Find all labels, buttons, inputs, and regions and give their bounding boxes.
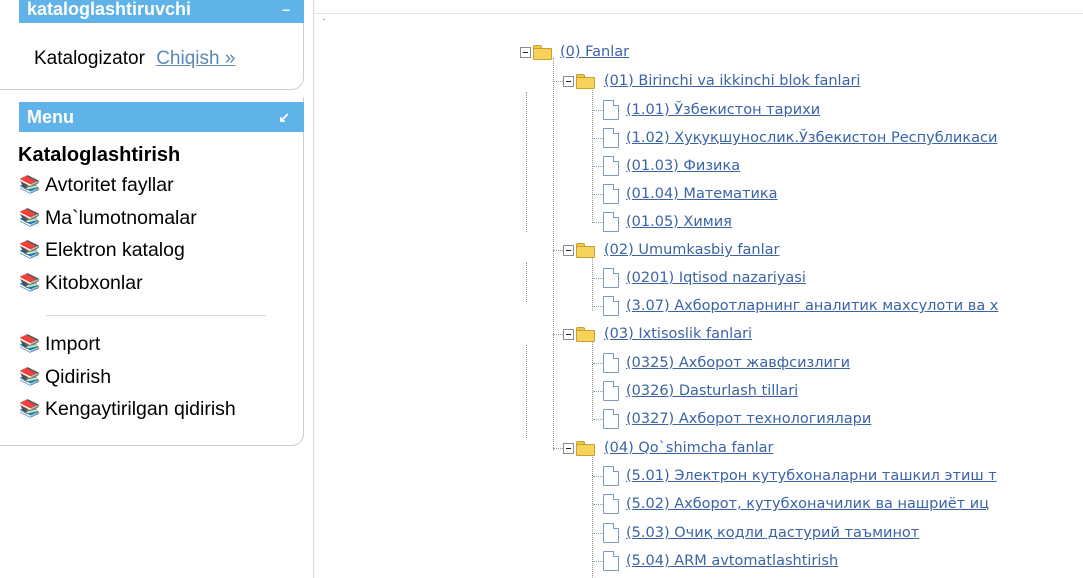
tree-connector bbox=[553, 249, 563, 251]
tree-connector bbox=[593, 221, 603, 223]
document-icon bbox=[603, 296, 619, 316]
catalog-tree: (0) Fanlar (01) Birinchi va ikkinchi blo… bbox=[0, 0, 1083, 578]
document-icon bbox=[603, 212, 619, 232]
tree-link[interactable]: (1.02) Хуқуқшунослик.Ўзбекистон Республи… bbox=[626, 130, 997, 146]
folder-open-icon bbox=[575, 242, 597, 258]
tree-node-leaf: (01.04) Математика bbox=[593, 180, 778, 208]
document-icon bbox=[603, 184, 619, 204]
tree-node-leaf: (1.02) Хуқуқшунослик.Ўзбекистон Республи… bbox=[593, 124, 997, 152]
collapse-toggle-icon[interactable] bbox=[563, 328, 574, 340]
tree-node-leaf: (5.02) Ахборот, кутубхоначилик ва нашриё… bbox=[593, 490, 989, 518]
folder-open-icon bbox=[575, 440, 597, 456]
tree-connector bbox=[593, 137, 603, 139]
tree-link[interactable]: (01.03) Физика bbox=[626, 158, 740, 174]
tree-link[interactable]: (0327) Ахборот технологиялари bbox=[626, 411, 871, 427]
folder-open-icon bbox=[575, 73, 597, 89]
document-icon bbox=[603, 381, 619, 401]
tree-node-leaf: (0325) Ахборот жавфсизлиги bbox=[593, 349, 850, 377]
tree-connector bbox=[553, 80, 563, 82]
folder-open-icon bbox=[575, 326, 597, 342]
tree-node-leaf: (1.01) Ўзбекистон тарихи bbox=[593, 96, 820, 124]
document-icon bbox=[603, 100, 619, 120]
collapse-toggle-icon[interactable] bbox=[520, 46, 531, 58]
tree-connector bbox=[593, 418, 603, 420]
tree-guide-line bbox=[526, 92, 527, 232]
tree-connector bbox=[593, 165, 603, 167]
document-icon bbox=[603, 494, 619, 514]
document-icon bbox=[603, 156, 619, 176]
tree-link[interactable]: (01.04) Математика bbox=[626, 186, 778, 202]
tree-node-leaf: (5.01) Электрон кутубхоналарни ташкил эт… bbox=[593, 462, 997, 490]
tree-connector bbox=[593, 532, 603, 534]
document-icon bbox=[603, 523, 619, 543]
tree-link[interactable]: (0326) Dasturlash tillari bbox=[626, 383, 798, 399]
tree-link[interactable]: (04) Qo`shimcha fanlar bbox=[604, 440, 774, 456]
tree-link[interactable]: (0325) Ахборот жавфсизлиги bbox=[626, 355, 850, 371]
tree-link[interactable]: (3.07) Ахборотларнинг аналитик махсулоти… bbox=[626, 298, 998, 314]
tree-link[interactable]: (01) Birinchi va ikkinchi blok fanlari bbox=[604, 73, 860, 89]
document-icon bbox=[603, 268, 619, 288]
tree-connector bbox=[553, 447, 563, 449]
collapse-toggle-icon[interactable] bbox=[563, 244, 574, 256]
collapse-toggle-icon[interactable] bbox=[563, 75, 574, 87]
document-icon bbox=[603, 353, 619, 373]
tree-node-leaf: (3.07) Ахборотларнинг аналитик махсулоти… bbox=[593, 292, 998, 320]
tree-node-group: (02) Umumkasbiy fanlar bbox=[553, 236, 780, 264]
document-icon bbox=[603, 409, 619, 429]
tree-node-leaf: (0326) Dasturlash tillari bbox=[593, 377, 798, 405]
tree-link[interactable]: (1.01) Ўзбекистон тарихи bbox=[626, 102, 820, 118]
tree-node-leaf: (5.03) Очиқ кодли дастурий таъминот bbox=[593, 519, 919, 547]
tree-guide-line bbox=[553, 58, 554, 450]
collapse-toggle-icon[interactable] bbox=[563, 442, 574, 454]
tree-node-group: (03) Ixtisoslik fanlari bbox=[553, 320, 752, 348]
tree-connector bbox=[593, 475, 603, 477]
document-icon bbox=[603, 466, 619, 486]
tree-guide-line bbox=[526, 262, 527, 302]
tree-connector bbox=[593, 390, 603, 392]
tree-node-group: (04) Qo`shimcha fanlar bbox=[553, 434, 774, 462]
tree-link[interactable]: (5.02) Ахборот, кутубхоначилик ва нашриё… bbox=[626, 496, 989, 512]
tree-connector bbox=[593, 362, 603, 364]
tree-connector bbox=[553, 333, 563, 335]
tree-connector bbox=[593, 109, 603, 111]
tree-node-leaf: (0201) Iqtisod nazariyasi bbox=[593, 264, 806, 292]
tree-link[interactable]: (02) Umumkasbiy fanlar bbox=[604, 242, 780, 258]
tree-link[interactable]: (0) Fanlar bbox=[560, 44, 629, 60]
document-icon bbox=[603, 551, 619, 571]
tree-node-leaf: (5.04) ARM avtomatlashtirish bbox=[593, 547, 838, 575]
tree-node-group: (01) Birinchi va ikkinchi blok fanlari bbox=[553, 67, 860, 95]
tree-connector bbox=[593, 193, 603, 195]
tree-link[interactable]: (5.03) Очиқ кодли дастурий таъминот bbox=[626, 525, 919, 541]
tree-node-leaf: (01.05) Химия bbox=[593, 208, 732, 236]
tree-link[interactable]: (01.05) Химия bbox=[626, 214, 732, 230]
tree-link[interactable]: (03) Ixtisoslik fanlari bbox=[604, 326, 752, 342]
tree-node-leaf: (01.03) Физика bbox=[593, 152, 740, 180]
tree-node-root: (0) Fanlar bbox=[520, 38, 629, 66]
tree-connector bbox=[593, 560, 603, 562]
tree-link[interactable]: (0201) Iqtisod nazariyasi bbox=[626, 270, 806, 286]
tree-connector bbox=[593, 277, 603, 279]
document-icon bbox=[603, 128, 619, 148]
tree-guide-line bbox=[526, 345, 527, 438]
folder-open-icon bbox=[532, 44, 554, 60]
tree-connector bbox=[593, 305, 603, 307]
tree-link[interactable]: (5.04) ARM avtomatlashtirish bbox=[626, 553, 838, 569]
tree-link[interactable]: (5.01) Электрон кутубхоналарни ташкил эт… bbox=[626, 468, 997, 484]
tree-node-leaf: (0327) Ахборот технологиялари bbox=[593, 405, 871, 433]
tree-connector bbox=[593, 503, 603, 505]
